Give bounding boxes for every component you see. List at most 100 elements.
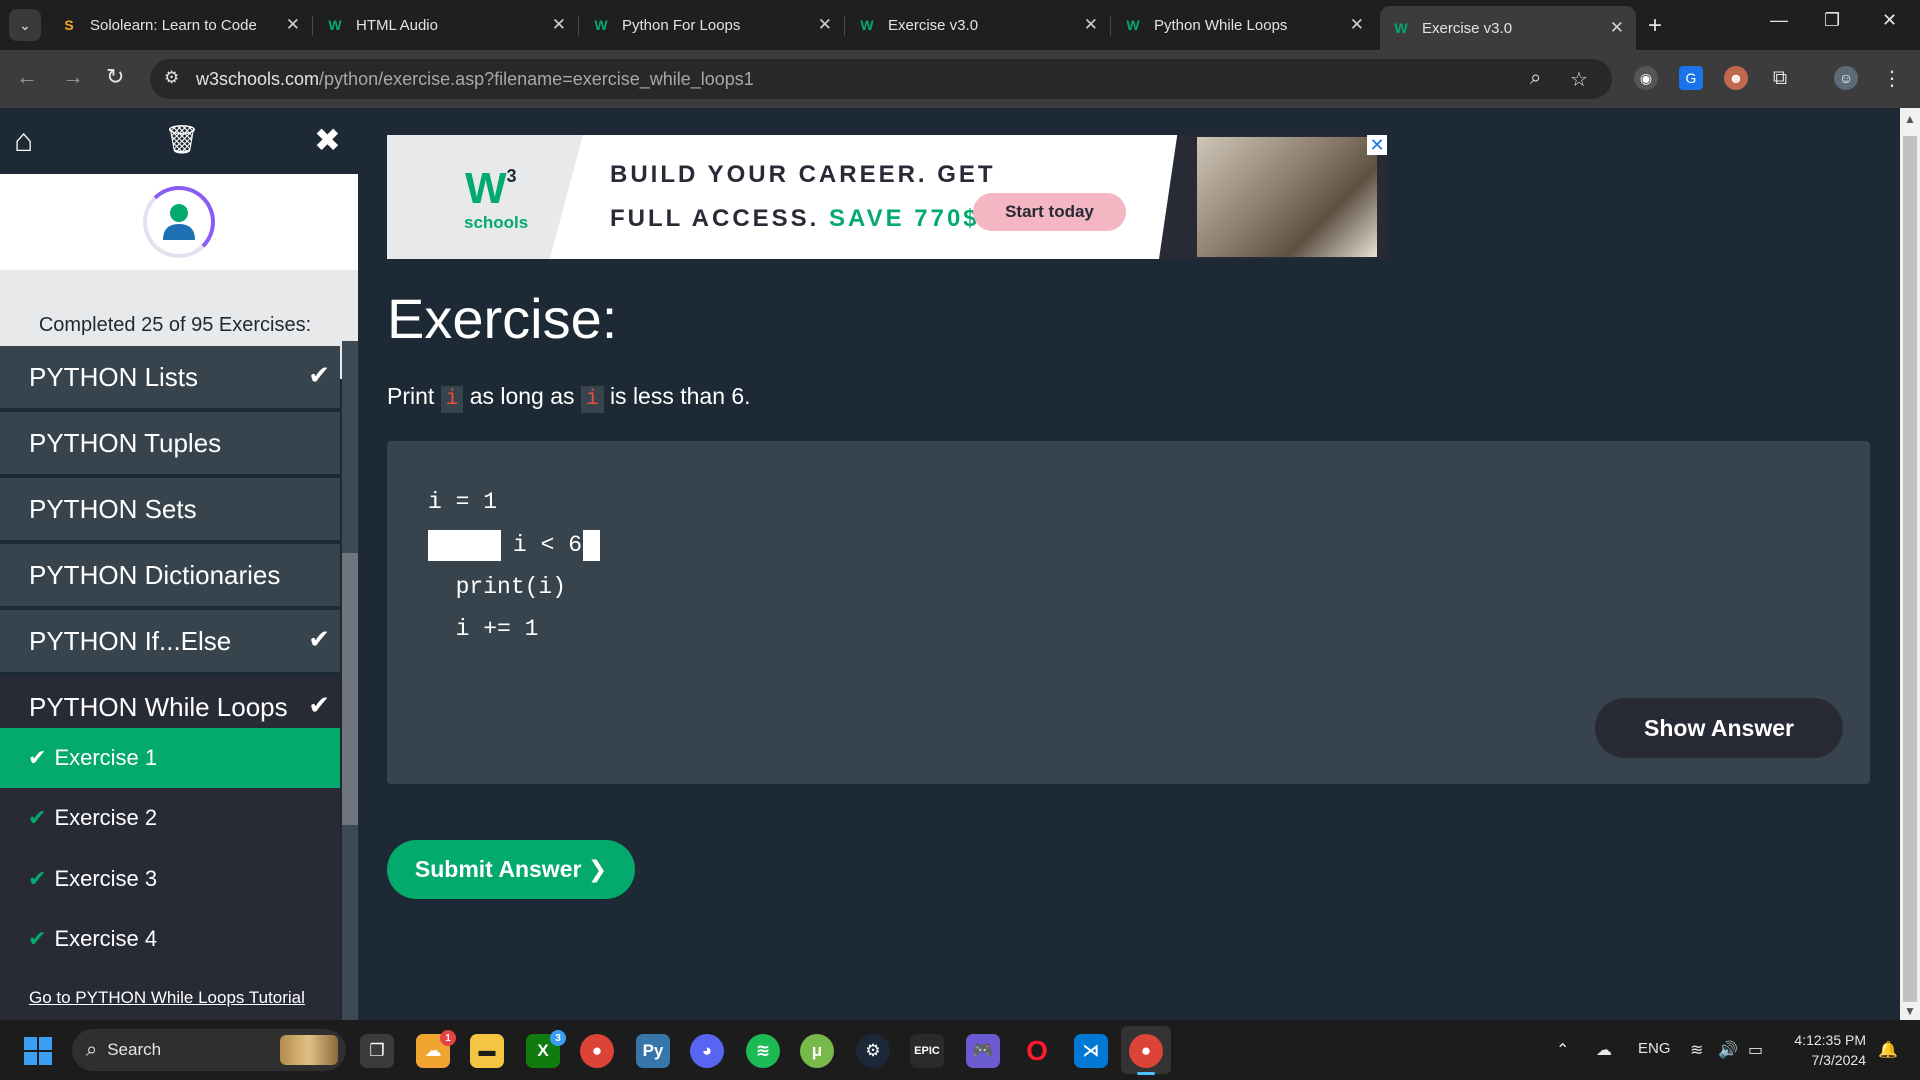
tab-title: Python While Loops <box>1154 16 1288 34</box>
exercise-item-1[interactable]: ✔ Exercise 1 <box>0 728 340 788</box>
search-icon: ⌕ <box>86 1038 98 1061</box>
steam-icon[interactable]: ⚙ <box>856 1034 890 1068</box>
close-icon[interactable]: ✕ <box>818 15 832 35</box>
battery-icon[interactable]: ▭ <box>1748 1040 1763 1060</box>
category-python-lists[interactable]: PYTHON Lists ✔ <box>0 346 340 410</box>
tab-python-for-loops[interactable]: W Python For Loops ✕ <box>580 8 845 42</box>
tab-html-audio[interactable]: W HTML Audio ✕ <box>314 8 579 42</box>
answer-input-blank[interactable] <box>428 530 501 561</box>
show-answer-button[interactable]: Show Answer <box>1595 698 1843 758</box>
tab-search-dropdown-icon[interactable]: ⌄ <box>9 9 41 41</box>
checkmark-icon: ✔ <box>28 745 47 770</box>
close-icon[interactable]: ✕ <box>1084 15 1098 35</box>
user-avatar-icon <box>152 195 206 249</box>
file-explorer-icon[interactable]: ▬ <box>470 1034 504 1068</box>
prompt-text: is less than 6. <box>609 383 751 409</box>
url-text[interactable]: w3schools.com/python/exercise.asp?filena… <box>196 69 754 90</box>
vscode-icon[interactable]: ⋊ <box>1074 1034 1108 1068</box>
browser-menu-icon[interactable]: ⋮ <box>1880 66 1904 90</box>
taskbar-search[interactable]: ⌕ Search <box>72 1029 346 1071</box>
checkmark-icon: ✔ <box>308 360 330 390</box>
onedrive-icon[interactable]: ☁ <box>1596 1040 1612 1060</box>
scroll-up-icon[interactable]: ▲ <box>1904 112 1916 126</box>
category-python-dictionaries[interactable]: PYTHON Dictionaries <box>0 544 340 608</box>
close-window-icon[interactable]: ✕ <box>1882 10 1897 31</box>
tutorial-link[interactable]: Go to PYTHON While Loops Tutorial <box>29 988 305 1008</box>
spotify-icon[interactable]: ≋ <box>746 1034 780 1068</box>
translate-extension-icon[interactable]: G <box>1679 66 1703 90</box>
advertisement-banner[interactable]: W3 schools BUILD YOUR CAREER. GET FULL A… <box>387 135 1387 259</box>
wifi-icon[interactable]: ≋ <box>1690 1040 1703 1060</box>
discord-icon[interactable]: ◕ <box>690 1034 724 1068</box>
system-clock[interactable]: 4:12:35 PM 7/3/2024 <box>1790 1030 1866 1070</box>
language-indicator[interactable]: ENG <box>1638 1040 1671 1057</box>
clock-date: 7/3/2024 <box>1811 1052 1867 1068</box>
avatar-area <box>0 174 358 270</box>
restore-icon[interactable]: ❐ <box>1824 10 1840 31</box>
ad-headline: BUILD YOUR CAREER. GET <box>610 161 996 188</box>
chrome-active-icon[interactable]: ● <box>1129 1034 1163 1068</box>
page-scroll-thumb[interactable] <box>1903 136 1917 1002</box>
category-python-if-else[interactable]: PYTHON If...Else ✔ <box>0 610 340 674</box>
extension-icon[interactable]: ◉ <box>1634 66 1658 90</box>
windows-start-icon[interactable] <box>24 1037 52 1065</box>
tab-exercise-v3-active[interactable]: W Exercise v3.0 ✕ <box>1380 6 1636 50</box>
ad-photo <box>1197 137 1377 257</box>
close-icon[interactable]: ✖ <box>314 124 341 156</box>
close-icon[interactable]: ✕ <box>1610 18 1624 38</box>
browser-tab-bar: ⌄ S Sololearn: Learn to Code ✕ W HTML Au… <box>0 0 1920 50</box>
extensions-puzzle-icon[interactable]: ⧉ <box>1768 66 1792 90</box>
volume-icon[interactable]: 🔊 <box>1718 1040 1738 1060</box>
minimize-icon[interactable]: — <box>1770 10 1788 31</box>
utorrent-icon[interactable]: μ <box>800 1034 834 1068</box>
python-icon[interactable]: Py <box>636 1034 670 1068</box>
category-python-tuples[interactable]: PYTHON Tuples <box>0 412 340 476</box>
sidebar-scroll-thumb[interactable] <box>342 553 358 825</box>
page-title: Exercise: <box>387 287 618 350</box>
trash-icon[interactable]: 🗑 <box>164 126 200 154</box>
forward-icon[interactable]: → <box>62 64 84 90</box>
code-editor: i = 1 i < 6 print(i) i += 1 Show Answer <box>387 441 1870 784</box>
scroll-down-icon[interactable]: ▼ <box>1904 1004 1916 1018</box>
profile-avatar-icon[interactable]: ☺ <box>1834 66 1858 90</box>
category-python-sets[interactable]: PYTHON Sets <box>0 478 340 542</box>
task-view-icon[interactable]: ❐ <box>360 1034 394 1068</box>
inline-code: i <box>580 386 604 413</box>
close-icon[interactable]: ✕ <box>552 15 566 35</box>
new-tab-button[interactable]: + <box>1648 12 1662 40</box>
epic-games-icon[interactable]: EPIC <box>910 1034 944 1068</box>
extension-icon[interactable]: ☻ <box>1724 66 1748 90</box>
exercise-item-3[interactable]: ✔ Exercise 3 <box>0 849 340 909</box>
tab-separator <box>578 16 579 36</box>
back-icon[interactable]: ← <box>16 64 38 90</box>
zoom-icon[interactable]: ⌕ <box>1530 67 1541 90</box>
xbox-icon[interactable]: X3 <box>526 1030 566 1068</box>
notification-bell-icon[interactable]: 🔔 <box>1878 1040 1898 1060</box>
category-label: PYTHON While Loops <box>29 691 288 722</box>
clock-time: 4:12:35 PM <box>1794 1032 1866 1048</box>
completed-count: Completed 25 of 95 Exercises: <box>38 314 312 336</box>
site-info-icon[interactable]: ⚙ <box>164 68 179 88</box>
submit-answer-button[interactable]: Submit Answer ❯ <box>387 840 635 899</box>
opera-icon[interactable]: O <box>1020 1034 1054 1068</box>
ad-start-today-button[interactable]: Start today <box>973 193 1126 231</box>
exercise-item-4[interactable]: ✔ Exercise 4 <box>0 909 340 969</box>
bookmark-star-icon[interactable]: ☆ <box>1570 67 1588 92</box>
exercise-item-2[interactable]: ✔ Exercise 2 <box>0 788 340 848</box>
game-controller-icon[interactable]: 🎮 <box>966 1034 1000 1068</box>
close-icon[interactable]: ✕ <box>286 15 300 35</box>
answer-input-caret[interactable] <box>583 530 600 561</box>
home-icon[interactable]: ⌂ <box>14 124 33 156</box>
tab-sololearn[interactable]: S Sololearn: Learn to Code ✕ <box>48 8 313 42</box>
close-icon[interactable]: ✕ <box>1350 15 1364 35</box>
reload-icon[interactable]: ↻ <box>106 64 124 90</box>
tray-overflow-icon[interactable]: ⌃ <box>1556 1040 1569 1060</box>
tab-python-while-loops[interactable]: W Python While Loops ✕ <box>1112 8 1376 42</box>
tab-title: Python For Loops <box>622 16 741 34</box>
address-bar[interactable]: ⚙ w3schools.com/python/exercise.asp?file… <box>150 59 1612 99</box>
page-scrollbar[interactable]: ▲ ▼ <box>1900 108 1920 1020</box>
ad-close-icon[interactable]: ✕ <box>1367 135 1387 155</box>
weather-widget-icon[interactable]: ☁ 1 <box>416 1030 456 1068</box>
chrome-icon[interactable]: ● <box>580 1034 614 1068</box>
tab-exercise-v3[interactable]: W Exercise v3.0 ✕ <box>846 8 1111 42</box>
